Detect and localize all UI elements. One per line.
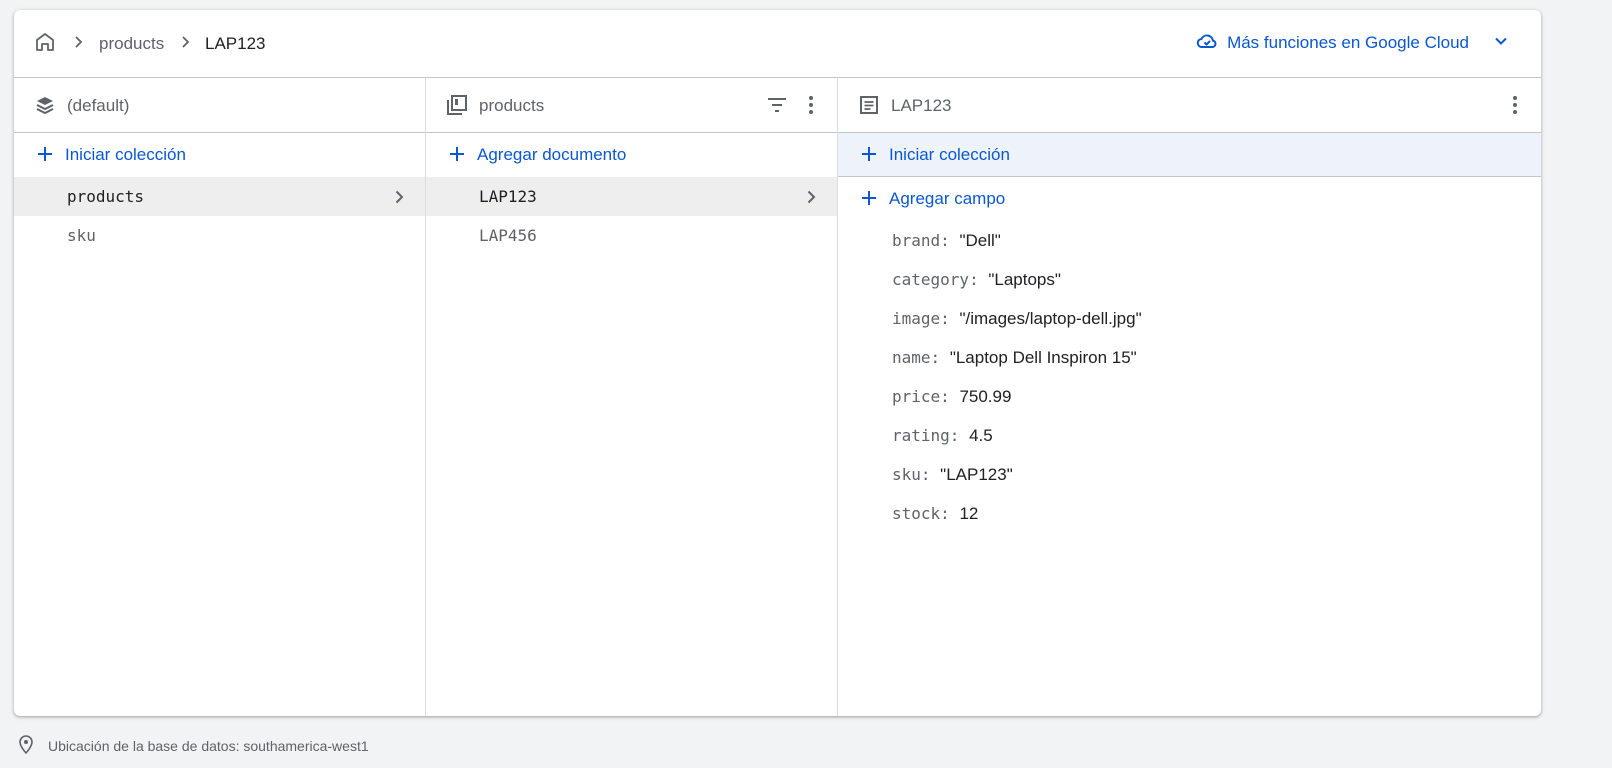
- chevron-right-icon: [70, 34, 86, 50]
- start-collection-button[interactable]: Iniciar colección: [14, 133, 425, 177]
- field-value: "LAP123": [940, 465, 1013, 484]
- collection-icon: [445, 93, 469, 117]
- plus-icon: [859, 144, 879, 164]
- collection-item-label: products: [67, 187, 145, 206]
- more-vert-icon[interactable]: [799, 93, 823, 117]
- database-layers-icon: [33, 93, 57, 117]
- collection-panel-header: products: [426, 78, 837, 133]
- start-subcollection-label: Iniciar colección: [889, 145, 1010, 164]
- collection-item-sku[interactable]: sku: [14, 216, 425, 255]
- field-row[interactable]: name: "Laptop Dell Inspiron 15": [838, 338, 1541, 377]
- add-field-button[interactable]: Agregar campo: [838, 177, 1541, 221]
- start-collection-label: Iniciar colección: [65, 145, 186, 164]
- field-value: "/images/laptop-dell.jpg": [959, 309, 1142, 328]
- field-value: 12: [959, 504, 979, 523]
- chevron-right-icon: [801, 187, 821, 207]
- field-list: brand: "Dell" category: "Laptops" image:…: [838, 221, 1541, 533]
- database-location-text: Ubicación de la base de datos: southamer…: [48, 738, 369, 754]
- field-key: sku:: [892, 465, 931, 484]
- field-key: stock:: [892, 504, 950, 523]
- document-item-label: LAP123: [479, 187, 537, 206]
- field-value: 4.5: [969, 426, 993, 445]
- add-document-label: Agregar documento: [477, 145, 627, 164]
- field-value: "Laptops": [988, 270, 1061, 289]
- breadcrumb-bar: products LAP123 Más funciones en Google …: [14, 10, 1541, 78]
- chevron-right-icon: [177, 34, 193, 50]
- document-item-lap123[interactable]: LAP123: [426, 177, 837, 216]
- add-field-label: Agregar campo: [889, 189, 1006, 208]
- field-value: 750.99: [959, 387, 1012, 406]
- home-icon[interactable]: [33, 30, 57, 54]
- breadcrumb-item-current: LAP123: [205, 34, 266, 53]
- location-pin-icon: [18, 734, 34, 758]
- chevron-down-icon: [1491, 31, 1511, 56]
- document-title: LAP123: [891, 96, 952, 115]
- document-panel-header: LAP123: [838, 78, 1541, 133]
- plus-icon: [859, 188, 879, 208]
- add-document-button[interactable]: Agregar documento: [426, 133, 837, 177]
- field-value: "Dell": [959, 231, 1001, 250]
- database-panel: (default) Iniciar colección products sku: [14, 78, 426, 716]
- firestore-data-viewer: products LAP123 Más funciones en Google …: [14, 10, 1541, 716]
- document-icon: [857, 93, 881, 117]
- database-title: (default): [67, 96, 130, 115]
- breadcrumb-item-products[interactable]: products: [99, 34, 164, 54]
- database-panel-header: (default): [14, 78, 425, 133]
- field-row[interactable]: rating: 4.5: [838, 416, 1541, 455]
- field-row[interactable]: price: 750.99: [838, 377, 1541, 416]
- field-key: brand:: [892, 231, 950, 250]
- document-panel: LAP123 Iniciar colección Agregar campo b…: [838, 78, 1541, 716]
- field-key: category:: [892, 270, 979, 289]
- start-subcollection-button[interactable]: Iniciar colección: [838, 133, 1541, 177]
- field-row[interactable]: category: "Laptops": [838, 260, 1541, 299]
- document-item-lap456[interactable]: LAP456: [426, 216, 837, 255]
- more-vert-icon[interactable]: [1503, 93, 1527, 117]
- cloud-icon: [1195, 29, 1219, 58]
- field-value: "Laptop Dell Inspiron 15": [949, 348, 1137, 367]
- field-row[interactable]: sku: "LAP123": [838, 455, 1541, 494]
- filter-icon[interactable]: [765, 93, 789, 117]
- collection-panel: products Agregar documento LAP123 LAP456: [426, 78, 838, 716]
- field-key: price:: [892, 387, 950, 406]
- google-cloud-link[interactable]: Más funciones en Google Cloud: [1195, 30, 1511, 56]
- collection-item-products[interactable]: products: [14, 177, 425, 216]
- field-row[interactable]: stock: 12: [838, 494, 1541, 533]
- field-key: rating:: [892, 426, 960, 445]
- document-item-label: LAP456: [479, 226, 537, 245]
- chevron-right-icon: [389, 187, 409, 207]
- field-key: image:: [892, 309, 950, 328]
- collection-title: products: [479, 96, 545, 115]
- collection-item-label: sku: [67, 226, 96, 245]
- field-row[interactable]: image: "/images/laptop-dell.jpg": [838, 299, 1541, 338]
- field-row[interactable]: brand: "Dell": [838, 221, 1541, 260]
- plus-icon: [447, 144, 467, 164]
- database-location-footer: Ubicación de la base de datos: southamer…: [18, 734, 369, 758]
- google-cloud-link-label: Más funciones en Google Cloud: [1227, 33, 1469, 52]
- field-key: name:: [892, 348, 941, 367]
- plus-icon: [35, 144, 55, 164]
